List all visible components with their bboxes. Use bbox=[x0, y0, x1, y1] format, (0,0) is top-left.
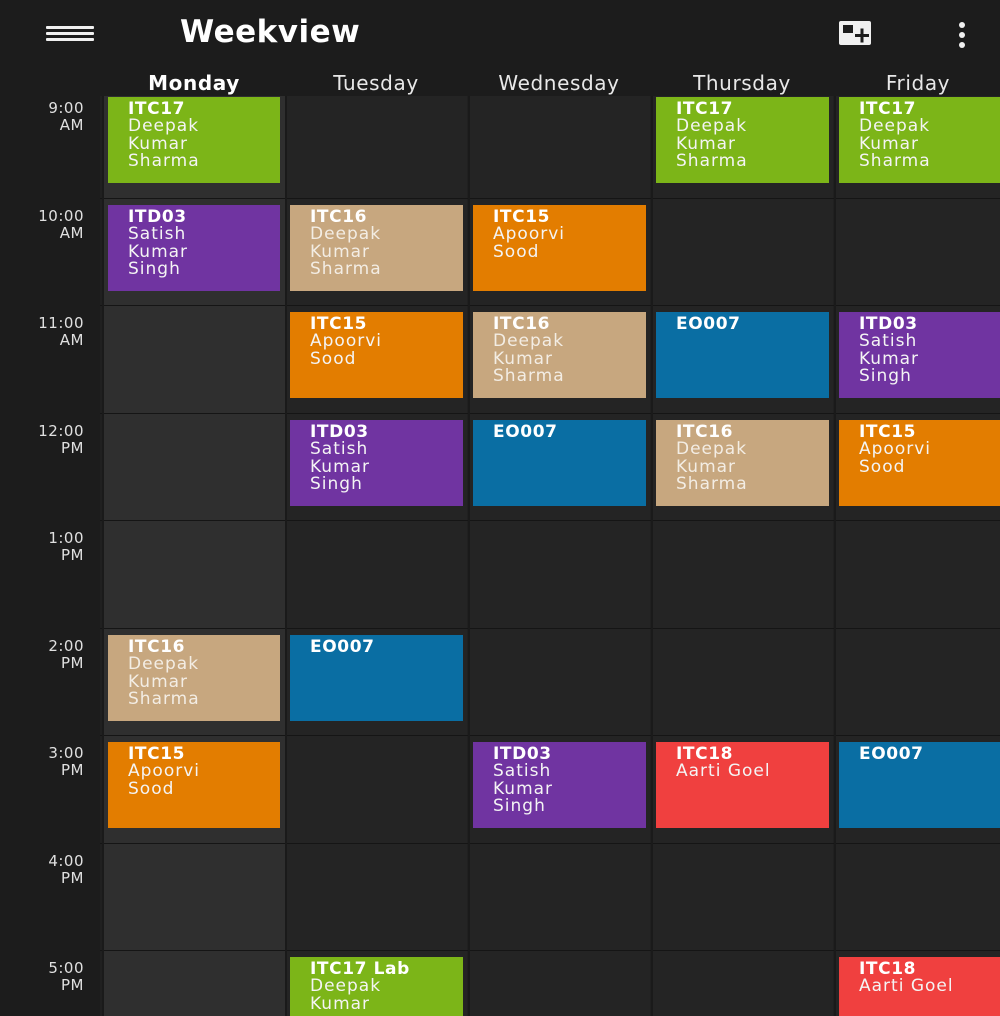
event-block[interactable]: ITC17 Deepak Kumar Sharma bbox=[839, 97, 1000, 183]
time-label-period: PM bbox=[61, 976, 84, 994]
event-instructor: Deepak Kumar Sharma bbox=[676, 439, 748, 494]
event-block[interactable]: ITC16 Deepak Kumar Sharma bbox=[656, 420, 829, 506]
event-code: EO007 bbox=[676, 314, 741, 334]
event-instructor: Aarti Goel bbox=[859, 976, 954, 996]
event-block[interactable]: ITC18 Aarti Goel bbox=[839, 957, 1000, 1016]
week-grid[interactable]: 9:00 AM 10:00 AM 11:00 AM 12:00 PM 1:00 PM 2:00 PM 3… bbox=[0, 96, 1000, 1016]
event-block[interactable]: ITC16 Deepak Kumar Sharma bbox=[290, 205, 463, 291]
event-block[interactable]: EO007 bbox=[656, 312, 829, 398]
hour-gridline bbox=[100, 628, 1000, 629]
day-gridline bbox=[285, 96, 287, 1016]
time-label: 5:00 PM bbox=[0, 960, 84, 994]
add-event-icon[interactable] bbox=[838, 20, 878, 50]
time-label: 12:00 PM bbox=[0, 423, 84, 457]
event-code: EO007 bbox=[859, 744, 924, 764]
event-block[interactable]: ITC17 Deepak Kumar Sharma bbox=[656, 97, 829, 183]
event-block[interactable]: EO007 bbox=[290, 635, 463, 721]
event-code: EO007 bbox=[493, 422, 558, 442]
event-instructor: Deepak Kumar Sharma bbox=[676, 116, 748, 171]
time-label-hour: 2:00 bbox=[48, 637, 84, 655]
time-label-hour: 4:00 bbox=[48, 852, 84, 870]
event-block[interactable]: ITD03 Satish Kumar Singh bbox=[290, 420, 463, 506]
column-thursday[interactable] bbox=[653, 96, 833, 1016]
time-label: 2:00 PM bbox=[0, 638, 84, 672]
event-code: EO007 bbox=[310, 637, 375, 657]
event-block[interactable]: EO007 bbox=[473, 420, 646, 506]
hour-gridline bbox=[100, 520, 1000, 521]
time-label: 11:00 AM bbox=[0, 315, 84, 349]
day-label-friday: Friday bbox=[885, 71, 951, 95]
event-instructor: Satish Kumar Singh bbox=[493, 761, 554, 816]
event-block[interactable]: ITC15 Apoorvi Sood bbox=[290, 312, 463, 398]
column-friday[interactable] bbox=[836, 96, 1000, 1016]
day-label-tuesday: Tuesday bbox=[333, 71, 419, 95]
time-label-period: PM bbox=[61, 439, 84, 457]
event-block[interactable]: ITD03 Satish Kumar Singh bbox=[108, 205, 280, 291]
time-label-period: PM bbox=[61, 654, 84, 672]
time-label: 10:00 AM bbox=[0, 208, 84, 242]
time-label: 1:00 PM bbox=[0, 530, 84, 564]
hour-gridline bbox=[100, 735, 1000, 736]
time-label-period: AM bbox=[59, 224, 84, 242]
time-label: 4:00 PM bbox=[0, 853, 84, 887]
event-instructor: Apoorvi Sood bbox=[493, 224, 565, 262]
hour-gridline bbox=[100, 198, 1000, 199]
hour-gridline bbox=[100, 413, 1000, 414]
time-label-hour: 1:00 bbox=[48, 529, 84, 547]
event-block[interactable]: ITC16 Deepak Kumar Sharma bbox=[108, 635, 280, 721]
event-instructor: Deepak Kumar Sharma bbox=[493, 331, 565, 386]
event-instructor: Satish Kumar Singh bbox=[128, 224, 189, 279]
app-bar: Weekview bbox=[0, 0, 1000, 68]
time-label-period: AM bbox=[59, 116, 84, 134]
event-instructor: Satish Kumar Singh bbox=[310, 439, 371, 494]
event-block[interactable]: ITC15 Apoorvi Sood bbox=[108, 742, 280, 828]
hamburger-menu-icon[interactable] bbox=[46, 26, 94, 42]
time-label-hour: 9:00 bbox=[48, 99, 84, 117]
event-instructor: Deepak Kumar bbox=[310, 976, 382, 1014]
time-label-hour: 10:00 bbox=[38, 207, 84, 225]
hour-gridline bbox=[100, 305, 1000, 306]
time-label-hour: 5:00 bbox=[48, 959, 84, 977]
day-label-monday: Monday bbox=[148, 71, 240, 95]
event-block[interactable]: ITC15 Apoorvi Sood bbox=[473, 205, 646, 291]
event-instructor: Deepak Kumar Sharma bbox=[128, 116, 200, 171]
time-label-hour: 12:00 bbox=[38, 422, 84, 440]
event-block[interactable]: ITD03 Satish Kumar Singh bbox=[473, 742, 646, 828]
event-block[interactable]: ITD03 Satish Kumar Singh bbox=[839, 312, 1000, 398]
time-label-period: PM bbox=[61, 546, 84, 564]
day-gridline bbox=[102, 96, 104, 1016]
time-label-hour: 11:00 bbox=[38, 314, 84, 332]
time-label-hour: 3:00 bbox=[48, 744, 84, 762]
event-instructor: Satish Kumar Singh bbox=[859, 331, 920, 386]
event-instructor: Aarti Goel bbox=[676, 761, 771, 781]
event-instructor: Deepak Kumar Sharma bbox=[128, 654, 200, 709]
time-label: 3:00 PM bbox=[0, 745, 84, 779]
hour-gridline bbox=[100, 950, 1000, 951]
time-label-period: PM bbox=[61, 761, 84, 779]
event-block[interactable]: ITC16 Deepak Kumar Sharma bbox=[473, 312, 646, 398]
more-vert-icon[interactable] bbox=[950, 20, 974, 50]
event-instructor: Deepak Kumar Sharma bbox=[859, 116, 931, 171]
event-block[interactable]: ITC18 Aarti Goel bbox=[656, 742, 829, 828]
page-title: Weekview bbox=[180, 14, 361, 50]
event-instructor: Apoorvi Sood bbox=[859, 439, 931, 477]
day-label-wednesday: Wednesday bbox=[498, 71, 620, 95]
event-instructor: Apoorvi Sood bbox=[128, 761, 200, 799]
day-gridline bbox=[834, 96, 836, 1016]
day-label-thursday: Thursday bbox=[693, 71, 791, 95]
event-block[interactable]: ITC17 Deepak Kumar Sharma bbox=[108, 97, 280, 183]
day-gridline bbox=[651, 96, 653, 1016]
event-block[interactable]: ITC17 Lab Deepak Kumar bbox=[290, 957, 463, 1016]
hour-gridline bbox=[100, 843, 1000, 844]
time-label-period: AM bbox=[59, 331, 84, 349]
event-block[interactable]: EO007 bbox=[839, 742, 1000, 828]
event-instructor: Deepak Kumar Sharma bbox=[310, 224, 382, 279]
time-label: 9:00 AM bbox=[0, 100, 84, 134]
time-label-period: PM bbox=[61, 869, 84, 887]
day-gridline bbox=[468, 96, 470, 1016]
day-header: Monday Tuesday Wednesday Thursday Friday bbox=[0, 68, 1000, 96]
event-block[interactable]: ITC15 Apoorvi Sood bbox=[839, 420, 1000, 506]
event-instructor: Apoorvi Sood bbox=[310, 331, 382, 369]
